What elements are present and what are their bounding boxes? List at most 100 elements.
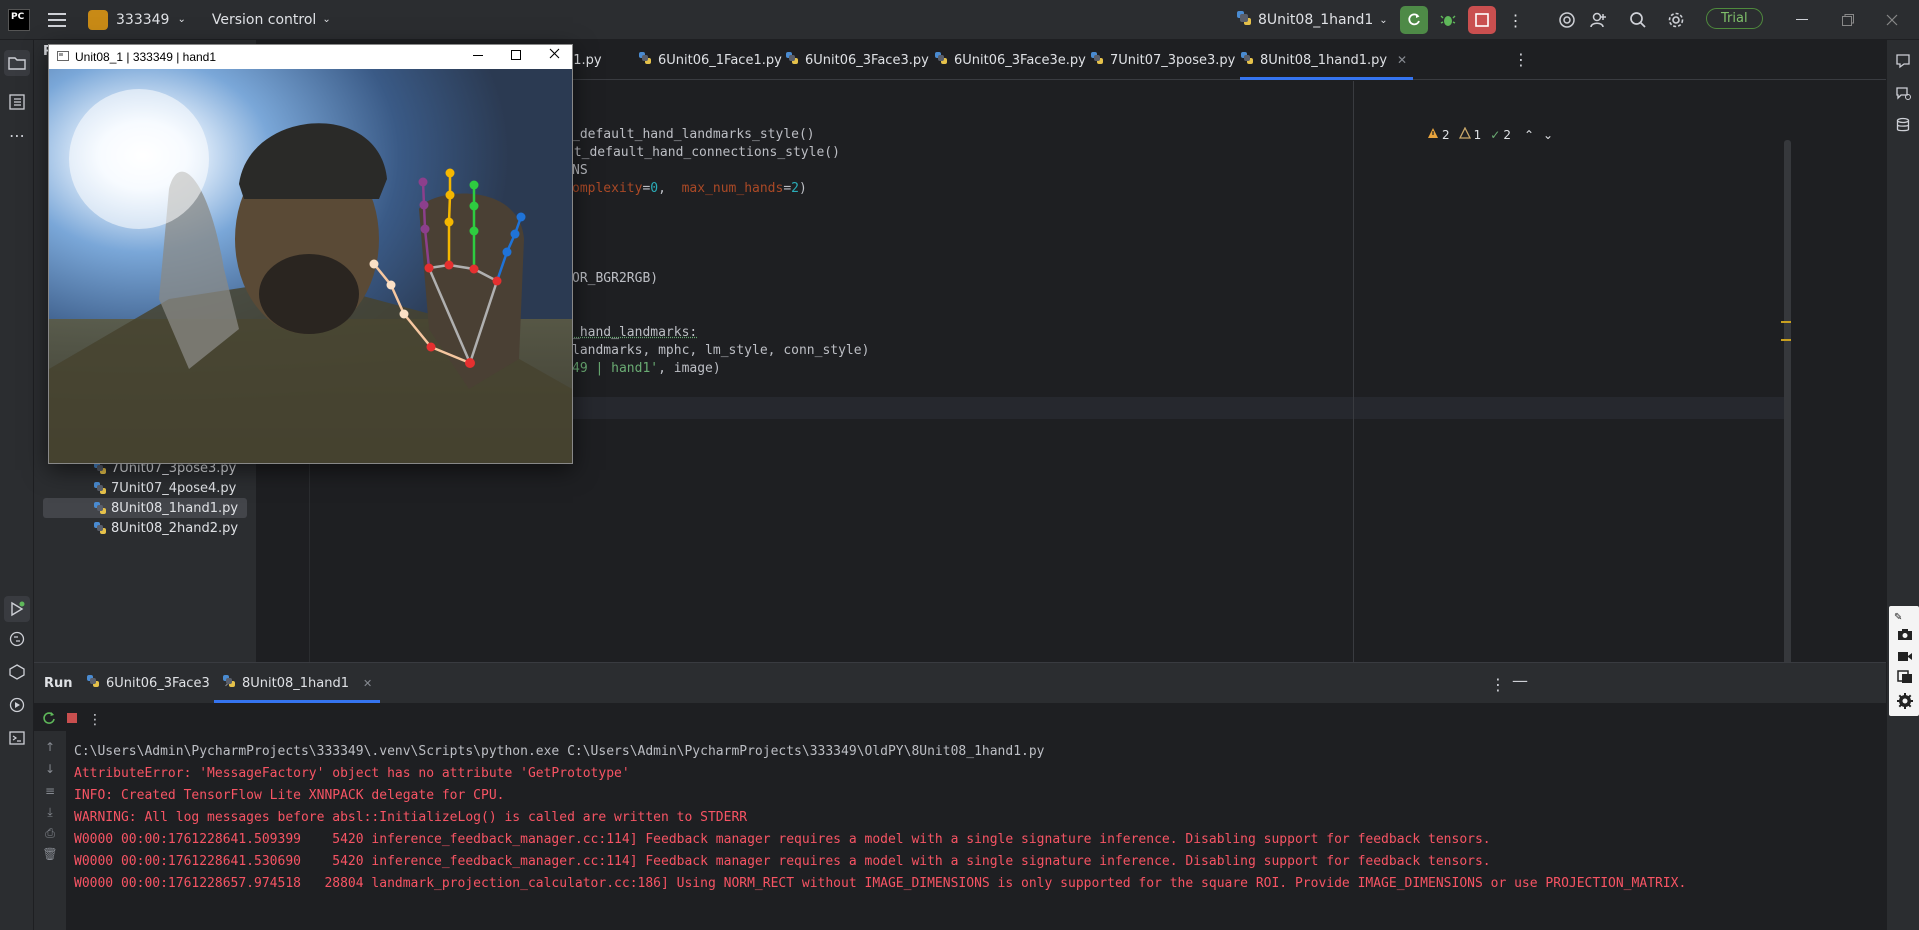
debug-bug-icon[interactable] [1434, 6, 1462, 34]
run-tool-icon[interactable] [4, 596, 30, 622]
python-file-icon [785, 51, 799, 69]
python-packages-icon[interactable] [6, 661, 28, 683]
editor-tab[interactable]: 6Unit06_1Face1.py [638, 40, 782, 80]
python-file-icon [222, 674, 236, 692]
chevron-down-icon[interactable]: ⌄ [1379, 15, 1387, 26]
warnings-indicator[interactable]: 2 1 ✓ 2 ⌃ ⌄ [1427, 126, 1553, 142]
editor-tab-label: 6Unit06_1Face1.py [658, 52, 782, 68]
python-file-icon [93, 481, 107, 495]
more-vertical-icon[interactable]: ⋮ [88, 712, 102, 728]
main-menu-icon[interactable] [48, 0, 66, 40]
python-file-icon [93, 501, 107, 515]
run-tab[interactable]: 8Unit08_1hand1 ✕ [213, 663, 381, 703]
project-name: 333349 [116, 11, 170, 28]
python-console-icon[interactable] [6, 628, 28, 650]
opencv-preview-window[interactable]: Unit08_1 | 333349 | hand1 [48, 44, 573, 464]
arrow-up-icon[interactable]: ↑ [42, 739, 58, 755]
minimize-panel-icon[interactable]: — [1512, 671, 1528, 690]
more-options-icon[interactable]: ⋮ [1490, 675, 1506, 694]
screenshot-tool-overlay: ✎ [1889, 606, 1919, 716]
python-file-icon [1236, 10, 1252, 30]
arrow-down-icon[interactable]: ↓ [42, 761, 58, 777]
stop-icon[interactable] [66, 712, 78, 728]
project-tree-item[interactable]: 7Unit07_4pose4.py [43, 478, 247, 498]
code-line-1[interactable]: _default_hand_landmarks_style() [572, 127, 815, 147]
chevron-up-icon[interactable]: ⌃ [1524, 128, 1534, 142]
minimize-icon[interactable] [1790, 0, 1814, 40]
code-line-7[interactable]: landmarks, mphc, lm_style, conn_style) [572, 343, 869, 363]
python-file-icon [93, 521, 107, 535]
hand-landmark-frame [49, 69, 572, 463]
settings-gear-icon[interactable] [1662, 0, 1690, 40]
trash-icon[interactable]: 🗑 [42, 846, 58, 862]
run-tab-label: 8Unit08_1hand1 [242, 675, 350, 691]
tab-more-icon[interactable]: ⋮ [1513, 50, 1529, 69]
cv-window-title: Unit08_1 | 333349 | hand1 [75, 50, 217, 64]
project-tree-item[interactable]: 8Unit08_1hand1.py [43, 498, 247, 518]
rerun-button[interactable] [1399, 6, 1428, 34]
code-line-4[interactable]: omplexity=0, max_num_hands=2) [572, 181, 807, 201]
console-output[interactable]: C:\Users\Admin\PycharmProjects\333349\.v… [74, 741, 1854, 895]
code-line-2[interactable]: et_default_hand_connections_style() [566, 145, 840, 165]
warning-count: 2 [1442, 127, 1450, 142]
run-tab[interactable]: 6Unit06_3Face3✕ [86, 663, 233, 703]
run-config-label[interactable]: 8Unit08_1hand1 [1258, 12, 1373, 28]
left-tool-strip: ⋯ [0, 40, 34, 930]
project-selector[interactable]: 333349 ⌄ [88, 9, 186, 30]
chevron-down-icon[interactable]: ⌄ [1543, 128, 1553, 142]
camera-icon[interactable] [1897, 628, 1913, 644]
editor-tab[interactable]: 7Unit07_3pose3.py [1090, 40, 1235, 80]
database-icon[interactable] [1892, 114, 1914, 136]
editor-tab-label: 6Unit06_3Face3.py [805, 52, 929, 68]
more-vertical-icon[interactable]: ⋮ [1502, 6, 1530, 34]
close-tab-icon[interactable]: ✕ [363, 677, 372, 690]
project-folder-icon[interactable] [4, 50, 30, 76]
restore-icon[interactable] [1836, 0, 1860, 40]
more-tools-icon[interactable]: ⋯ [6, 124, 28, 146]
notifications-icon[interactable] [1892, 50, 1914, 72]
version-control-menu[interactable]: Version control ⌄ [212, 12, 331, 28]
copy-icon[interactable] [1897, 670, 1913, 688]
maximize-icon[interactable] [511, 49, 521, 63]
eq: = [783, 181, 792, 196]
rerun-icon[interactable] [42, 711, 56, 729]
close-icon[interactable] [1880, 0, 1904, 40]
services-icon[interactable] [6, 694, 28, 716]
typo-count: 2 [1503, 127, 1511, 142]
pin-icon[interactable]: ✎ [1894, 612, 1902, 623]
scroll-to-end-icon[interactable]: ⤓ [42, 804, 58, 820]
code-line-8[interactable]: 49 | hand1', image) [572, 361, 721, 381]
terminal-icon[interactable] [6, 727, 28, 749]
ai-assistant-icon[interactable] [1553, 0, 1581, 40]
editor-scrollbar[interactable] [1784, 140, 1791, 700]
print-icon[interactable]: ⎙ [42, 825, 58, 841]
code-line-5[interactable]: OR_BGR2RGB) [572, 271, 658, 291]
search-icon[interactable] [1624, 0, 1652, 40]
cv-window-titlebar[interactable]: Unit08_1 | 333349 | hand1 [49, 45, 572, 69]
trial-badge[interactable]: Trial [1706, 8, 1763, 29]
python-file-icon [1240, 51, 1254, 69]
code-line-3[interactable]: NS [572, 163, 588, 183]
project-tree-item-label: 8Unit08_2hand2.py [111, 520, 239, 536]
project-tree-item[interactable]: 8Unit08_2hand2.py [43, 518, 247, 538]
editor-tab[interactable]: 8Unit08_1hand1.py ✕ [1240, 40, 1414, 80]
editor-tab[interactable]: 6Unit06_3Face3e.py [934, 40, 1086, 80]
console-command-line: C:\Users\Admin\PycharmProjects\333349\.v… [74, 744, 1045, 759]
run-tab-label: 6Unit06_3Face3 [106, 675, 210, 691]
close-icon[interactable] [549, 48, 560, 62]
close-tab-icon[interactable]: ✕ [1397, 53, 1407, 67]
soft-wrap-icon[interactable]: ≡ [42, 783, 58, 799]
code-line-6[interactable]: _hand_landmarks: [572, 325, 697, 345]
add-user-icon[interactable] [1584, 0, 1612, 40]
ai-chat-icon[interactable] [1892, 82, 1914, 104]
video-camera-icon[interactable] [1897, 650, 1913, 666]
editor-tab[interactable]: 6Unit06_3Face3.py [785, 40, 929, 80]
param-complexity: omplexity [572, 181, 643, 196]
gear-icon[interactable] [1896, 692, 1914, 714]
title-bar: PC 333349 ⌄ Version control ⌄ 8Unit08_1h… [0, 0, 1919, 40]
structure-icon[interactable] [6, 91, 28, 113]
minimize-icon[interactable] [473, 49, 483, 63]
stop-button[interactable] [1467, 6, 1496, 34]
chevron-down-icon: ⌄ [322, 14, 331, 25]
run-configuration: 8Unit08_1hand1 ⌄ ⋮ [1236, 0, 1530, 40]
